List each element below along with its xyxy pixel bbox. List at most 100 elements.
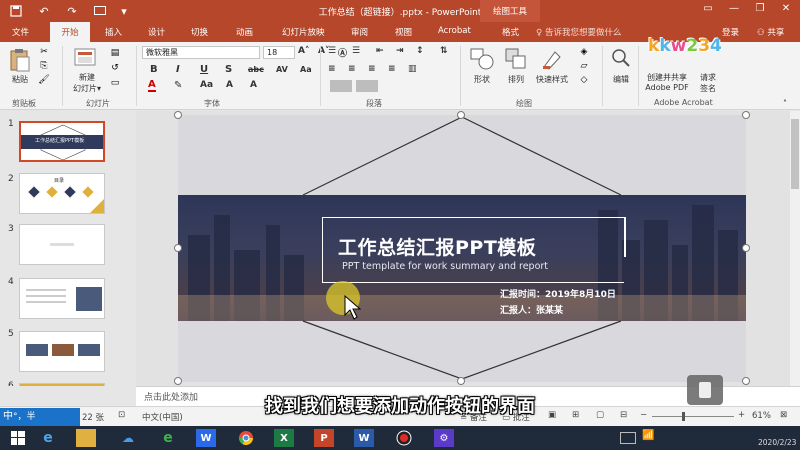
tab-acrobat[interactable]: Acrobat bbox=[438, 26, 471, 36]
slide-thumbnail-3[interactable] bbox=[19, 224, 105, 265]
wps-icon[interactable]: W bbox=[196, 429, 216, 447]
report-date[interactable]: 汇报时间：2019年8月10日 bbox=[500, 287, 616, 300]
slide-title[interactable]: 工作总结汇报PPT模板 bbox=[338, 233, 536, 260]
columns-icon[interactable]: ▥ bbox=[408, 64, 417, 74]
scrollbar-thumb[interactable] bbox=[791, 119, 799, 189]
grow-font-icon[interactable]: A˄ bbox=[298, 46, 309, 56]
slide-thumbnail-1[interactable]: 工作总结汇报PPT模板 bbox=[19, 121, 105, 162]
tab-animations[interactable]: 动画 bbox=[236, 26, 253, 38]
create-share-pdf-button[interactable]: 创建并共享 Adobe PDF bbox=[640, 72, 694, 92]
underline-icon[interactable]: U bbox=[200, 64, 208, 75]
recorder-icon[interactable] bbox=[394, 429, 414, 447]
start-icon[interactable] bbox=[8, 429, 28, 447]
network-icon[interactable]: 📶 bbox=[642, 430, 654, 441]
shapes-icon[interactable] bbox=[470, 47, 494, 71]
login-link[interactable]: 登录 bbox=[722, 26, 739, 38]
justify-icon[interactable]: ≡ bbox=[388, 64, 396, 74]
quick-styles-label[interactable]: 快速样式 bbox=[530, 74, 574, 85]
ribbon-display-options-icon[interactable]: ▭ bbox=[700, 3, 716, 14]
bullets-icon[interactable]: ☰ bbox=[328, 46, 336, 56]
shapes-label[interactable]: 形状 bbox=[466, 74, 498, 85]
minimize-icon[interactable]: — bbox=[726, 3, 742, 14]
reporter-name[interactable]: 汇报人：张某某 bbox=[500, 303, 563, 316]
resize-handle[interactable] bbox=[457, 377, 465, 385]
powerpoint-icon[interactable]: P bbox=[314, 429, 334, 447]
text-direction-icon[interactable]: ⇅ bbox=[440, 46, 448, 56]
vertical-scrollbar[interactable] bbox=[790, 111, 800, 386]
format-painter-icon[interactable]: 🖌 bbox=[38, 74, 50, 86]
close-icon[interactable]: ✕ bbox=[778, 3, 794, 14]
decrease-indent-icon[interactable]: ⇤ bbox=[376, 46, 384, 56]
resize-handle[interactable] bbox=[174, 244, 182, 252]
reset-icon[interactable]: ↺ bbox=[108, 62, 122, 74]
current-slide[interactable]: 工作总结汇报PPT模板 PPT template for work summar… bbox=[178, 115, 746, 382]
chrome-icon[interactable] bbox=[236, 429, 256, 447]
tab-view[interactable]: 视图 bbox=[395, 26, 412, 38]
clear-format-icon[interactable]: Ⓐ bbox=[338, 46, 347, 59]
quick-styles-icon[interactable] bbox=[540, 47, 564, 71]
align-right-icon[interactable]: ≡ bbox=[368, 64, 376, 74]
slide-thumbnail-6[interactable] bbox=[19, 383, 105, 386]
cut-icon[interactable]: ✂ bbox=[38, 46, 50, 58]
tab-design[interactable]: 设计 bbox=[148, 26, 165, 38]
new-slide-label[interactable]: 新建 幻灯片▾ bbox=[70, 72, 104, 94]
share-button[interactable]: ⚇ 共享 bbox=[757, 26, 784, 38]
section-icon[interactable]: ▭ bbox=[108, 77, 122, 89]
tell-me-search[interactable]: ♀ 告诉我您想要做什么 bbox=[536, 26, 621, 38]
change-case-icon[interactable]: Aa bbox=[300, 65, 312, 74]
shape-outline-icon[interactable]: ▱ bbox=[578, 60, 590, 72]
tab-transitions[interactable]: 切换 bbox=[191, 26, 208, 38]
resize-handle[interactable] bbox=[742, 244, 750, 252]
shadow-icon[interactable]: S bbox=[225, 64, 232, 75]
slide-subtitle[interactable]: PPT template for work summary and report bbox=[342, 261, 548, 272]
numbering-icon[interactable]: ☰ bbox=[352, 46, 360, 56]
font-size-dropdown[interactable]: 18 bbox=[263, 46, 295, 59]
increase-indent-icon[interactable]: ⇥ bbox=[396, 46, 404, 56]
font-name-dropdown[interactable]: 微软雅黑 bbox=[142, 46, 260, 59]
align-left-icon[interactable]: ≡ bbox=[328, 64, 336, 74]
slide-editing-canvas[interactable]: 工作总结汇报PPT模板 PPT template for work summar… bbox=[136, 111, 790, 386]
slide-thumbnail-2[interactable]: 目录 bbox=[19, 173, 105, 214]
resize-handle[interactable] bbox=[457, 111, 465, 119]
shape-effects-icon[interactable]: ◇ bbox=[578, 74, 590, 86]
restore-icon[interactable]: ❐ bbox=[752, 3, 768, 14]
arrange-icon[interactable] bbox=[504, 47, 528, 71]
paste-icon[interactable] bbox=[8, 48, 32, 72]
shape-fill-icon[interactable]: ◈ bbox=[578, 46, 590, 58]
resize-handle[interactable] bbox=[742, 377, 750, 385]
eraser-icon[interactable]: A bbox=[250, 80, 257, 90]
bold-icon[interactable]: B bbox=[150, 64, 158, 75]
edit-label[interactable]: 编辑 bbox=[606, 74, 636, 85]
align-center-icon[interactable]: ≡ bbox=[348, 64, 356, 74]
line-spacing-icon[interactable]: ↕ bbox=[416, 46, 424, 56]
highlight-icon[interactable]: ✎ bbox=[174, 80, 182, 91]
paste-label[interactable]: 粘贴 bbox=[6, 74, 34, 85]
layout-icon[interactable]: ▤ bbox=[108, 47, 122, 59]
arrange-label[interactable]: 排列 bbox=[500, 74, 532, 85]
keyboard-icon[interactable] bbox=[620, 432, 636, 444]
tab-home[interactable]: 开始 bbox=[50, 22, 90, 42]
copy-icon[interactable]: ⎘ bbox=[38, 60, 50, 72]
slide-thumbnail-4[interactable] bbox=[19, 278, 105, 319]
tab-review[interactable]: 审阅 bbox=[351, 26, 368, 38]
char-spacing-icon[interactable]: AV bbox=[276, 65, 288, 74]
font-size-grow-icon[interactable]: A bbox=[226, 80, 233, 90]
word-icon[interactable]: W bbox=[354, 429, 374, 447]
browser-icon[interactable]: e bbox=[158, 429, 178, 447]
collapse-ribbon-icon[interactable]: ˄ bbox=[778, 98, 792, 108]
ie-icon[interactable]: e bbox=[38, 429, 58, 447]
clear-formatting-icon[interactable]: Aa bbox=[200, 80, 213, 90]
resize-handle[interactable] bbox=[174, 111, 182, 119]
align-text-icon[interactable] bbox=[330, 80, 352, 92]
find-icon[interactable] bbox=[610, 47, 632, 69]
tab-slideshow[interactable]: 幻灯片放映 bbox=[282, 26, 325, 38]
tab-file[interactable]: 文件 bbox=[12, 26, 29, 38]
file-explorer-icon[interactable] bbox=[76, 429, 96, 447]
settings-icon[interactable]: ⚙ bbox=[434, 429, 454, 447]
excel-icon[interactable]: X bbox=[274, 429, 294, 447]
baidu-netdisk-icon[interactable]: ☁ bbox=[118, 429, 138, 447]
strikethrough-icon[interactable]: abc bbox=[248, 65, 264, 74]
font-color-icon[interactable]: A bbox=[148, 80, 156, 92]
tab-insert[interactable]: 插入 bbox=[105, 26, 122, 38]
slide-thumbnail-5[interactable] bbox=[19, 331, 105, 372]
